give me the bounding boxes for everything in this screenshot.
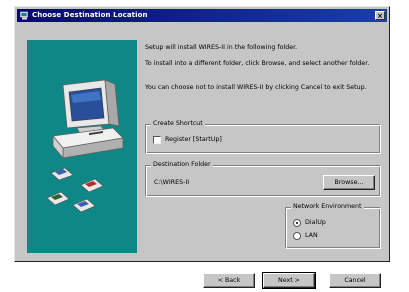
next-button[interactable]: Next > bbox=[262, 272, 316, 289]
intro-text: Setup will install WIRES-II in the follo… bbox=[145, 44, 298, 51]
radio-selected-dot bbox=[296, 222, 298, 224]
create-shortcut-group: Create Shortcut Register [StartUp] bbox=[145, 120, 381, 154]
destination-path: C:\WIRES-II bbox=[154, 179, 190, 186]
destination-folder-group-label: Destination Folder bbox=[151, 161, 213, 169]
back-button[interactable]: < Back bbox=[203, 273, 255, 288]
network-environment-group-label: Network Environment bbox=[291, 203, 364, 211]
destination-folder-group: Destination Folder C:\WIRES-II Browse... bbox=[145, 161, 381, 197]
create-shortcut-group-label: Create Shortcut bbox=[151, 120, 205, 128]
cancel-button[interactable]: Cancel bbox=[329, 273, 381, 288]
register-startup-checkbox[interactable] bbox=[153, 136, 161, 144]
dialup-radio-label[interactable]: DialUp bbox=[305, 219, 326, 227]
network-environment-group: Network Environment DialUp LAN bbox=[285, 203, 381, 249]
setup-app-icon bbox=[20, 11, 28, 20]
browse-button[interactable]: Browse... bbox=[323, 175, 375, 190]
close-icon: × bbox=[377, 12, 383, 20]
cancel-instruction-text: You can choose not to install WIRES-II b… bbox=[145, 84, 367, 91]
title-bar[interactable]: Choose Destination Location × bbox=[17, 9, 387, 22]
register-startup-label[interactable]: Register [StartUp] bbox=[165, 136, 222, 144]
computer-with-disks-illustration bbox=[46, 79, 124, 213]
browse-instruction-text: To install into a different folder, clic… bbox=[145, 60, 370, 67]
lan-radio-label[interactable]: LAN bbox=[305, 232, 318, 240]
lan-radio[interactable] bbox=[293, 232, 301, 240]
setup-illustration bbox=[27, 40, 137, 253]
close-button[interactable]: × bbox=[375, 11, 385, 20]
window-title: Choose Destination Location bbox=[32, 11, 148, 19]
setup-dialog-window: Choose Destination Location × Setup will… bbox=[14, 6, 390, 289]
dialup-radio[interactable] bbox=[293, 219, 301, 227]
